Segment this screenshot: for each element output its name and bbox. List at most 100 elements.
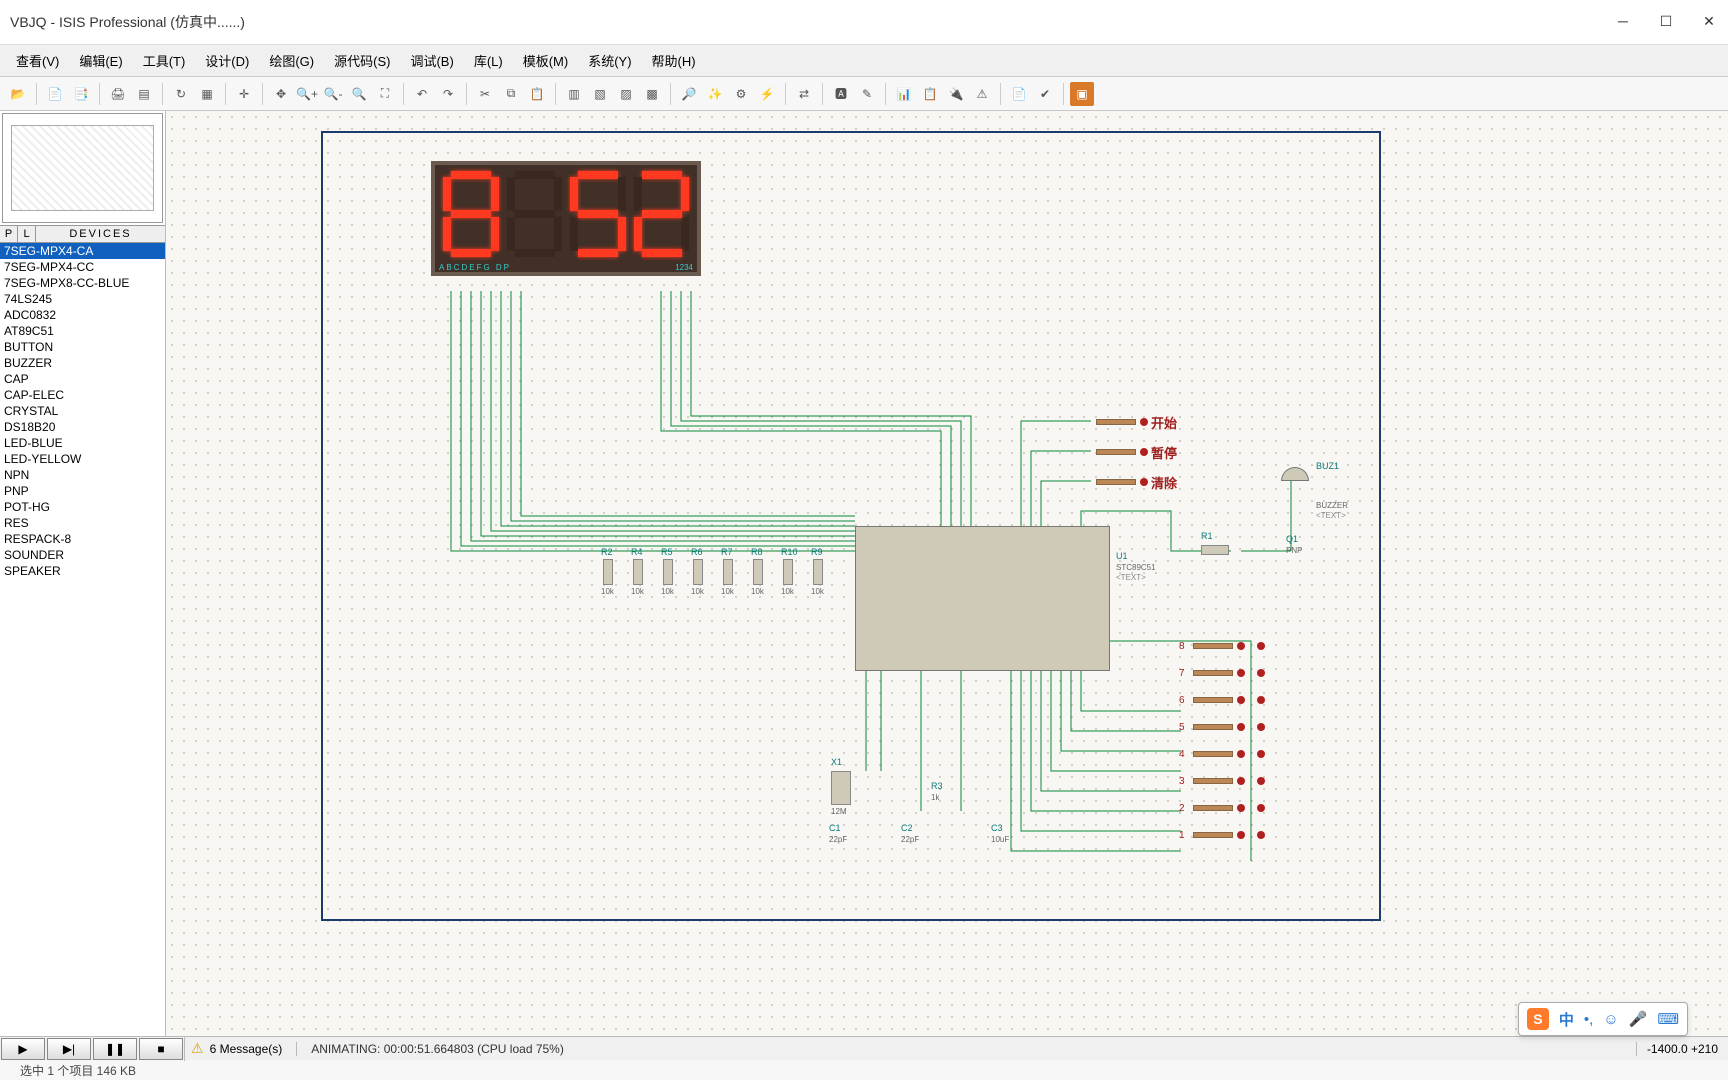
print-icon[interactable]: 🖨 xyxy=(106,82,130,106)
grid-icon[interactable]: ▦ xyxy=(195,82,219,106)
menu-help[interactable]: 帮助(H) xyxy=(644,47,704,74)
explorer-selection: 选中 1 个项目 146 KB xyxy=(20,1062,136,1079)
ime-logo-icon[interactable]: S xyxy=(1527,1008,1549,1030)
device-item[interactable]: CRYSTAL xyxy=(0,403,165,419)
copy-page-icon[interactable]: 📑 xyxy=(69,82,93,106)
device-item[interactable]: BUZZER xyxy=(0,355,165,371)
block-copy-icon[interactable]: ▥ xyxy=(562,82,586,106)
block-move-icon[interactable]: ▧ xyxy=(588,82,612,106)
close-button[interactable]: ✕ xyxy=(1700,12,1718,30)
device-item[interactable]: PNP xyxy=(0,483,165,499)
main-area: P L DEVICES 7SEG-MPX4-CA7SEG-MPX4-CC7SEG… xyxy=(0,111,1728,1036)
undo-icon[interactable]: ↶ xyxy=(410,82,434,106)
wire-icon[interactable]: ⇄ xyxy=(792,82,816,106)
ime-lang[interactable]: 中 xyxy=(1559,1009,1574,1030)
sim-play-button[interactable]: ▶ xyxy=(1,1038,45,1060)
erc-icon[interactable]: 📋 xyxy=(918,82,942,106)
menu-draw[interactable]: 绘图(G) xyxy=(261,47,322,74)
menu-source[interactable]: 源代码(S) xyxy=(326,47,398,74)
window-titlebar: VBJQ - ISIS Professional (仿真中......) ─ ☐… xyxy=(0,0,1728,45)
display-pin-labels-left: ABCDEFG DP xyxy=(439,263,675,275)
minimize-button[interactable]: ─ xyxy=(1614,12,1632,30)
page-setup-icon[interactable]: 📄 xyxy=(43,82,67,106)
zoom-out-icon[interactable]: 🔍- xyxy=(321,82,345,106)
status-bar: ▶ ▶| ❚❚ ■ ⚠ 6 Message(s) ANIMATING: 00:0… xyxy=(0,1036,1728,1060)
seven-seg-digit xyxy=(570,171,626,257)
ime-emoji-icon[interactable]: ☺ xyxy=(1603,1011,1618,1028)
origin-icon[interactable]: ✛ xyxy=(232,82,256,106)
paste-icon[interactable]: 📋 xyxy=(525,82,549,106)
device-list[interactable]: 7SEG-MPX4-CA7SEG-MPX4-CC7SEG-MPX8-CC-BLU… xyxy=(0,243,165,1036)
library-button[interactable]: L xyxy=(18,226,36,242)
device-item[interactable]: RES xyxy=(0,515,165,531)
sim-stop-button[interactable]: ■ xyxy=(139,1038,183,1060)
open-icon[interactable]: 📂 xyxy=(6,82,30,106)
menu-library[interactable]: 库(L) xyxy=(466,47,511,74)
ime-punct-icon[interactable]: •, xyxy=(1584,1011,1593,1028)
device-item[interactable]: 74LS245 xyxy=(0,291,165,307)
sheet-icon[interactable]: 📄 xyxy=(1007,82,1031,106)
tool-a-icon[interactable]: ⚙ xyxy=(729,82,753,106)
pan-icon[interactable]: ✥ xyxy=(269,82,293,106)
check-icon[interactable]: ✔ xyxy=(1033,82,1057,106)
menu-tools[interactable]: 工具(T) xyxy=(135,47,194,74)
ime-mic-icon[interactable]: 🎤 xyxy=(1629,1010,1648,1028)
search-icon[interactable]: 🔎 xyxy=(677,82,701,106)
sim-pause-button[interactable]: ❚❚ xyxy=(93,1038,137,1060)
minimap[interactable] xyxy=(2,113,163,223)
pick-button[interactable]: P xyxy=(0,226,18,242)
device-item[interactable]: NPN xyxy=(0,467,165,483)
device-item[interactable]: LED-BLUE xyxy=(0,435,165,451)
device-item[interactable]: 7SEG-MPX4-CA xyxy=(0,243,165,259)
device-item[interactable]: DS18B20 xyxy=(0,419,165,435)
wand-icon[interactable]: ✨ xyxy=(703,82,727,106)
menu-template[interactable]: 模板(M) xyxy=(515,47,577,74)
assign-icon[interactable]: ✎ xyxy=(855,82,879,106)
menu-debug[interactable]: 调试(B) xyxy=(402,47,461,74)
device-item[interactable]: LED-YELLOW xyxy=(0,451,165,467)
tool-b-icon[interactable]: ⚡ xyxy=(755,82,779,106)
left-panel: P L DEVICES 7SEG-MPX4-CA7SEG-MPX4-CC7SEG… xyxy=(0,111,166,1036)
copy-icon[interactable]: ⧉ xyxy=(499,82,523,106)
redo-icon[interactable]: ↷ xyxy=(436,82,460,106)
device-item[interactable]: CAP-ELEC xyxy=(0,387,165,403)
device-item[interactable]: ADC0832 xyxy=(0,307,165,323)
device-item[interactable]: SPEAKER xyxy=(0,563,165,579)
zoom-area-icon[interactable]: ⛶ xyxy=(373,82,397,106)
messages-count[interactable]: 6 Message(s) xyxy=(210,1042,298,1056)
seven-seg-digit xyxy=(443,171,499,257)
drc-icon[interactable]: ⚠ xyxy=(970,82,994,106)
device-item[interactable]: AT89C51 xyxy=(0,323,165,339)
menu-view[interactable]: 查看(V) xyxy=(8,47,67,74)
warning-icon: ⚠ xyxy=(191,1040,204,1057)
zoom-in-icon[interactable]: 🔍+ xyxy=(295,82,319,106)
ime-keyboard-icon[interactable]: ⌨ xyxy=(1657,1010,1679,1028)
ime-toolbar[interactable]: S 中 •, ☺ 🎤 ⌨ xyxy=(1518,1002,1688,1036)
canvas-viewport[interactable]: ABCDEFG DP 1234 xyxy=(166,111,1728,1036)
sim-step-button[interactable]: ▶| xyxy=(47,1038,91,1060)
menu-design[interactable]: 设计(D) xyxy=(197,47,257,74)
refresh-icon[interactable]: ↻ xyxy=(169,82,193,106)
block-rotate-icon[interactable]: ▨ xyxy=(614,82,638,106)
menu-edit[interactable]: 编辑(E) xyxy=(71,47,130,74)
cut-icon[interactable]: ✂ xyxy=(473,82,497,106)
ares-icon[interactable]: ▣ xyxy=(1070,82,1094,106)
find-text-icon[interactable]: 🅰 xyxy=(829,82,853,106)
animating-status: ANIMATING: 00:00:51.664803 (CPU load 75%… xyxy=(297,1042,564,1056)
device-item[interactable]: POT-HG xyxy=(0,499,165,515)
device-item[interactable]: RESPACK-8 xyxy=(0,531,165,547)
toolbar: 📂 📄 📑 🖨 ▤ ↻ ▦ ✛ ✥ 🔍+ 🔍- 🔍 ⛶ ↶ ↷ ✂ ⧉ 📋 ▥ … xyxy=(0,77,1728,111)
menu-system[interactable]: 系统(Y) xyxy=(580,47,639,74)
device-item[interactable]: BUTTON xyxy=(0,339,165,355)
bom-icon[interactable]: 📊 xyxy=(892,82,916,106)
zoom-fit-icon[interactable]: 🔍 xyxy=(347,82,371,106)
menu-bar: 查看(V) 编辑(E) 工具(T) 设计(D) 绘图(G) 源代码(S) 调试(… xyxy=(0,45,1728,77)
netlist-icon[interactable]: 🔌 xyxy=(944,82,968,106)
device-item[interactable]: CAP xyxy=(0,371,165,387)
maximize-button[interactable]: ☐ xyxy=(1657,12,1675,30)
device-item[interactable]: 7SEG-MPX4-CC xyxy=(0,259,165,275)
device-item[interactable]: SOUNDER xyxy=(0,547,165,563)
device-item[interactable]: 7SEG-MPX8-CC-BLUE xyxy=(0,275,165,291)
print-area-icon[interactable]: ▤ xyxy=(132,82,156,106)
block-delete-icon[interactable]: ▩ xyxy=(640,82,664,106)
